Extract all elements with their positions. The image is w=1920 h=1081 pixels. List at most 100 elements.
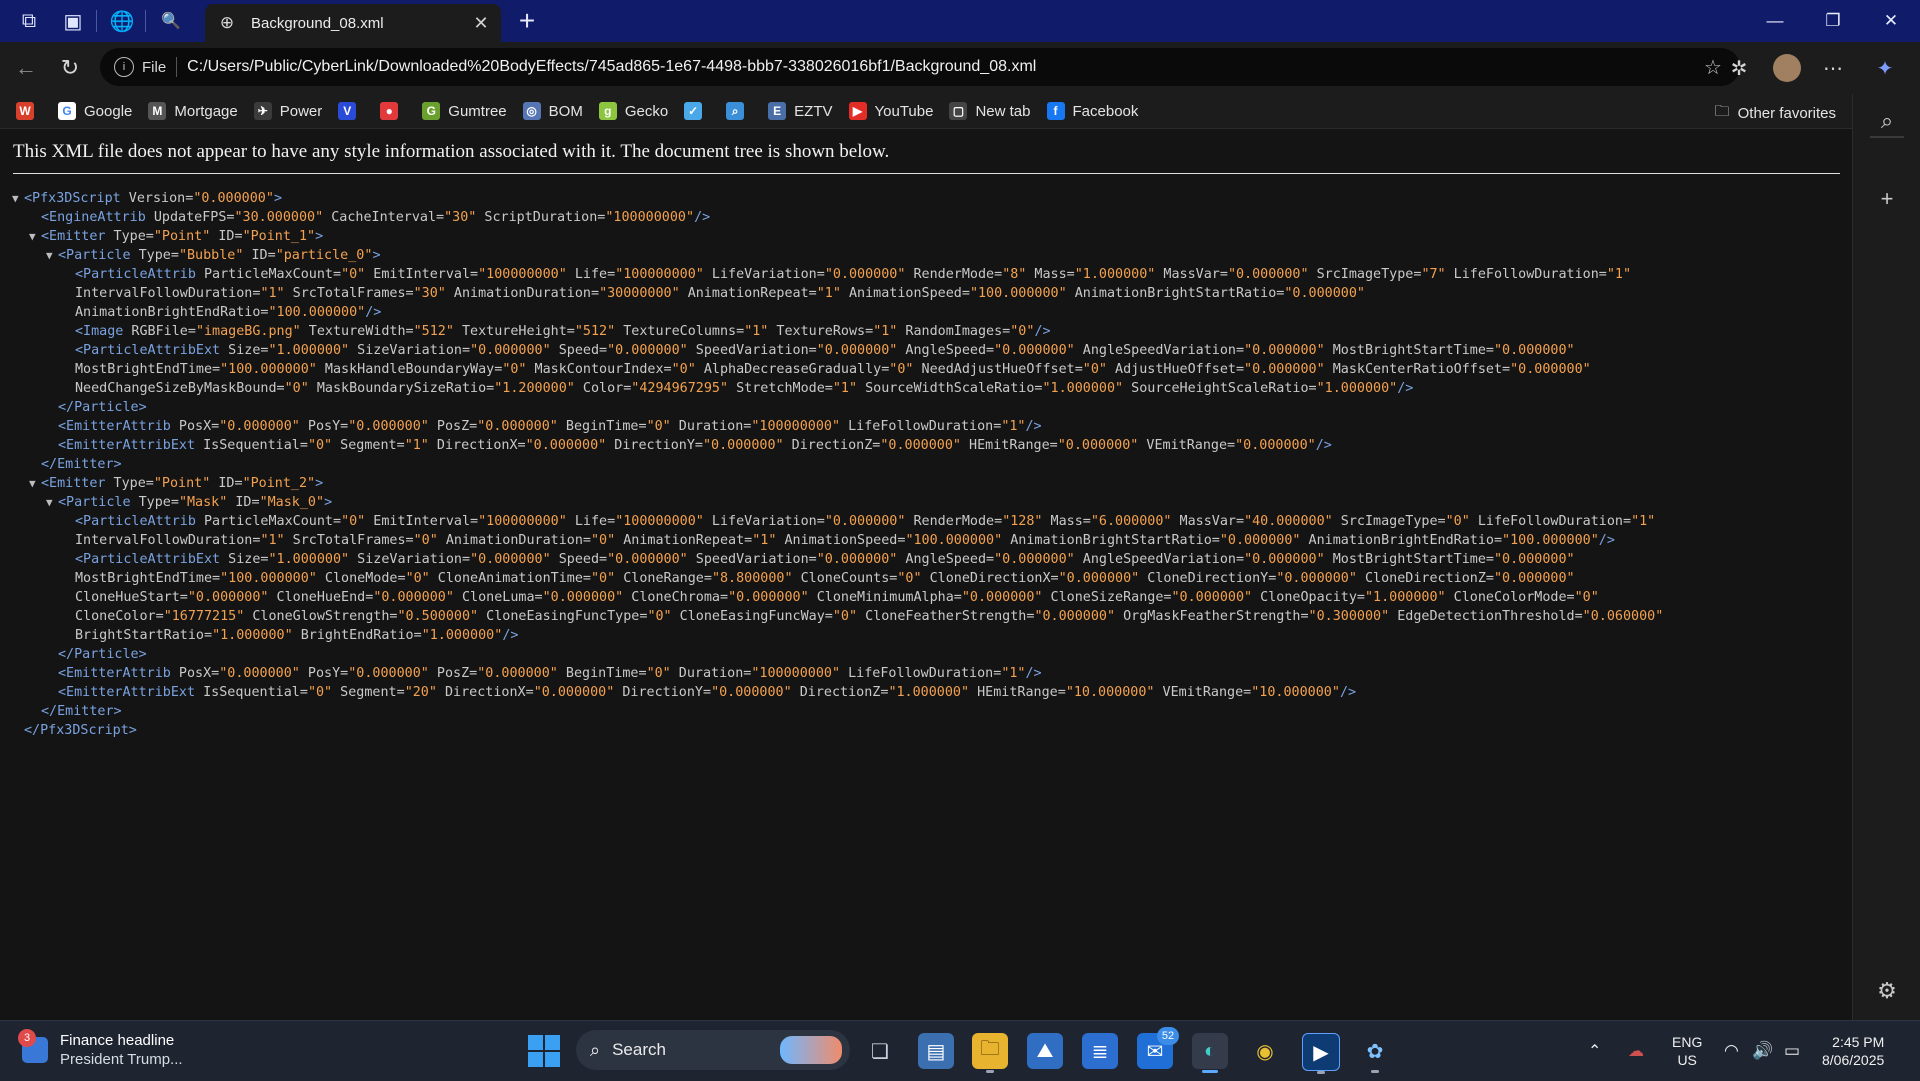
favorite-search-box[interactable]: ⌕ (726, 102, 752, 120)
show-hidden-icons[interactable]: ⌃ (1588, 1021, 1601, 1081)
collapse-triangle-icon[interactable]: ▼ (29, 227, 41, 246)
favorite-new-tab[interactable]: ▢ New tab (949, 102, 1031, 120)
back-button[interactable]: ← (8, 50, 44, 86)
xml-attribute-value: "0" (591, 571, 616, 586)
new-tab-button[interactable]: + (510, 5, 544, 36)
paint-app-icon[interactable]: ✿ (1357, 1033, 1393, 1073)
xml-tag: /> (1025, 419, 1042, 434)
settings-gear-icon[interactable]: ⚙ (1870, 974, 1904, 1008)
search-icon[interactable]: 🔍 (154, 4, 188, 38)
xml-attribute-name: AnimationBrightEndRatio= (75, 305, 269, 320)
minimize-button[interactable]: — (1746, 0, 1804, 42)
file-explorer-icon[interactable]: 🗀 (972, 1033, 1008, 1073)
volume-icon[interactable]: 🔊 (1752, 1021, 1773, 1081)
favorite-bom[interactable]: ◎ BOM (522, 102, 583, 120)
wifi-icon[interactable]: ◠ (1724, 1021, 1739, 1081)
xml-attribute-name: DirectionZ= (783, 438, 881, 453)
xml-attribute-value: "0.060000" (1582, 609, 1664, 624)
news-widget[interactable]: 3 Finance headline President Trump... (18, 1029, 183, 1069)
favorite-gumtree[interactable]: G Gumtree (422, 102, 507, 120)
favorite-gecko[interactable]: g Gecko (598, 102, 669, 120)
xml-attribute-value: "0" (889, 362, 914, 377)
collapse-triangle-icon[interactable]: ▼ (29, 474, 41, 493)
refresh-button[interactable]: ↻ (52, 50, 88, 86)
collapse-triangle-icon[interactable]: ▼ (46, 493, 58, 512)
taskbar-search[interactable]: ⌕ Search (576, 1030, 850, 1070)
close-tab-icon[interactable]: ✕ (467, 13, 495, 34)
xml-attribute-value: "0.000000" (880, 438, 961, 453)
favorite-eztv[interactable]: E EZTV (768, 102, 833, 120)
xml-attribute-value: "100000000" (751, 666, 841, 681)
favorite-power[interactable]: ✈ Power (253, 102, 322, 120)
toolbar: ← ↻ i File C:/Users/Public/CyberLink/Dow… (0, 42, 1920, 94)
address-bar[interactable]: i File C:/Users/Public/CyberLink/Downloa… (100, 48, 1740, 86)
favorite-v-logo[interactable]: V (338, 102, 364, 120)
xml-tag: </Particle> (58, 647, 147, 662)
restore-button[interactable]: ❐ (1804, 0, 1862, 42)
edge-browser-icon[interactable]: ◐ (1192, 1033, 1228, 1073)
add-icon[interactable]: + (1870, 182, 1904, 216)
favorite-google[interactable]: G Google (58, 102, 132, 120)
video-editor-icon[interactable]: ▶ (1302, 1033, 1340, 1074)
xml-attribute-name: AnimationRepeat= (615, 533, 753, 548)
favorite-bird[interactable]: ✓ (684, 102, 710, 120)
xml-attribute-value: "0.000000" (348, 419, 429, 434)
favorite-label: Gecko (624, 102, 669, 120)
xml-attribute-name: EmitInterval= (365, 267, 479, 282)
notepad-icon[interactable]: ≣ (1082, 1033, 1118, 1069)
clock[interactable]: 2:45 PM 8/06/2025 (1822, 1021, 1884, 1081)
tab-actions-icon[interactable]: ▣ (56, 4, 90, 38)
xml-tag: <Pfx3DScript (24, 191, 121, 206)
favorite-label: EZTV (794, 102, 833, 120)
xml-attribute-name: DirectionX= (428, 438, 526, 453)
chevron-up-icon: ⌃ (1588, 1043, 1602, 1060)
language-indicator[interactable]: ENG US (1672, 1021, 1702, 1081)
xml-attribute-name: CloneLuma= (453, 590, 543, 605)
chrome-icon[interactable]: ◉ (1247, 1033, 1283, 1069)
sidebar-search-icon[interactable]: ⌕ (1870, 104, 1904, 138)
collapse-triangle-icon[interactable]: ▼ (46, 246, 58, 265)
other-favorites[interactable]: 🗀 Other favorites (1715, 101, 1836, 126)
xml-attribute-name: ID= (210, 229, 243, 244)
close-window-button[interactable]: ✕ (1862, 0, 1920, 42)
profile-button[interactable] (1770, 51, 1804, 85)
xml-attribute-name: Version= (120, 191, 194, 206)
google-icon: G (58, 102, 76, 120)
xml-attribute-value: "30" (413, 286, 446, 301)
xml-attribute-value: "0.000000" (703, 438, 784, 453)
favorite-mortgage[interactable]: M Mortgage (148, 102, 238, 120)
globe-icon[interactable]: 🌐 (105, 4, 139, 38)
onedrive-status-icon[interactable]: ☁ (1628, 1021, 1644, 1081)
tab-background-xml[interactable]: ⊕ Background_08.xml ✕ (205, 4, 501, 42)
task-view-icon[interactable]: ❏ (862, 1033, 898, 1069)
favorite-youtube[interactable]: ▶ YouTube (848, 102, 933, 120)
battery-icon[interactable]: ▭ (1784, 1021, 1800, 1081)
xml-attribute-name: DirectionX= (436, 685, 534, 700)
workspaces-icon[interactable]: ⧉ (12, 4, 46, 38)
xml-attribute-value: "1.000000" (268, 552, 350, 567)
image-viewer-icon[interactable]: ⛰ (1027, 1033, 1063, 1069)
xml-attribute-name: Speed= (550, 343, 608, 358)
url-text[interactable]: C:/Users/Public/CyberLink/Downloaded%20B… (187, 58, 1698, 76)
xml-line: <EmitterAttrib PosX="0.000000" PosY="0.0… (12, 664, 1852, 683)
xml-attribute-name: ParticleMaxCount= (195, 267, 342, 282)
info-icon[interactable]: i (114, 57, 134, 77)
xml-attribute-value: "0" (1082, 362, 1107, 377)
favorite-facebook[interactable]: f Facebook (1046, 102, 1138, 120)
xml-attribute-value: "128" (1002, 514, 1043, 529)
xml-tag: /> (1598, 533, 1615, 548)
more-icon[interactable]: ⋯ (1816, 51, 1850, 85)
xml-tag: /> (694, 210, 711, 225)
xml-attribute-name: AnimationDuration= (437, 533, 591, 548)
copilot-icon[interactable]: ✦ (1868, 51, 1902, 85)
favorite-w-logo[interactable]: W (16, 102, 42, 120)
title-divider (96, 10, 97, 32)
favorite-red-dot[interactable]: ● (380, 102, 406, 120)
photos-app-icon[interactable]: ▤ (918, 1033, 954, 1069)
start-button[interactable] (528, 1035, 560, 1067)
xml-attribute-name: AnimationBrightStartRatio= (1002, 533, 1220, 548)
extensions-icon[interactable]: ✲ (1722, 51, 1756, 85)
xml-attribute-name: SourceWidthScaleRatio= (857, 381, 1043, 396)
collapse-triangle-icon[interactable]: ▼ (12, 189, 24, 208)
outlook-icon[interactable]: ✉ 52 (1137, 1027, 1179, 1069)
